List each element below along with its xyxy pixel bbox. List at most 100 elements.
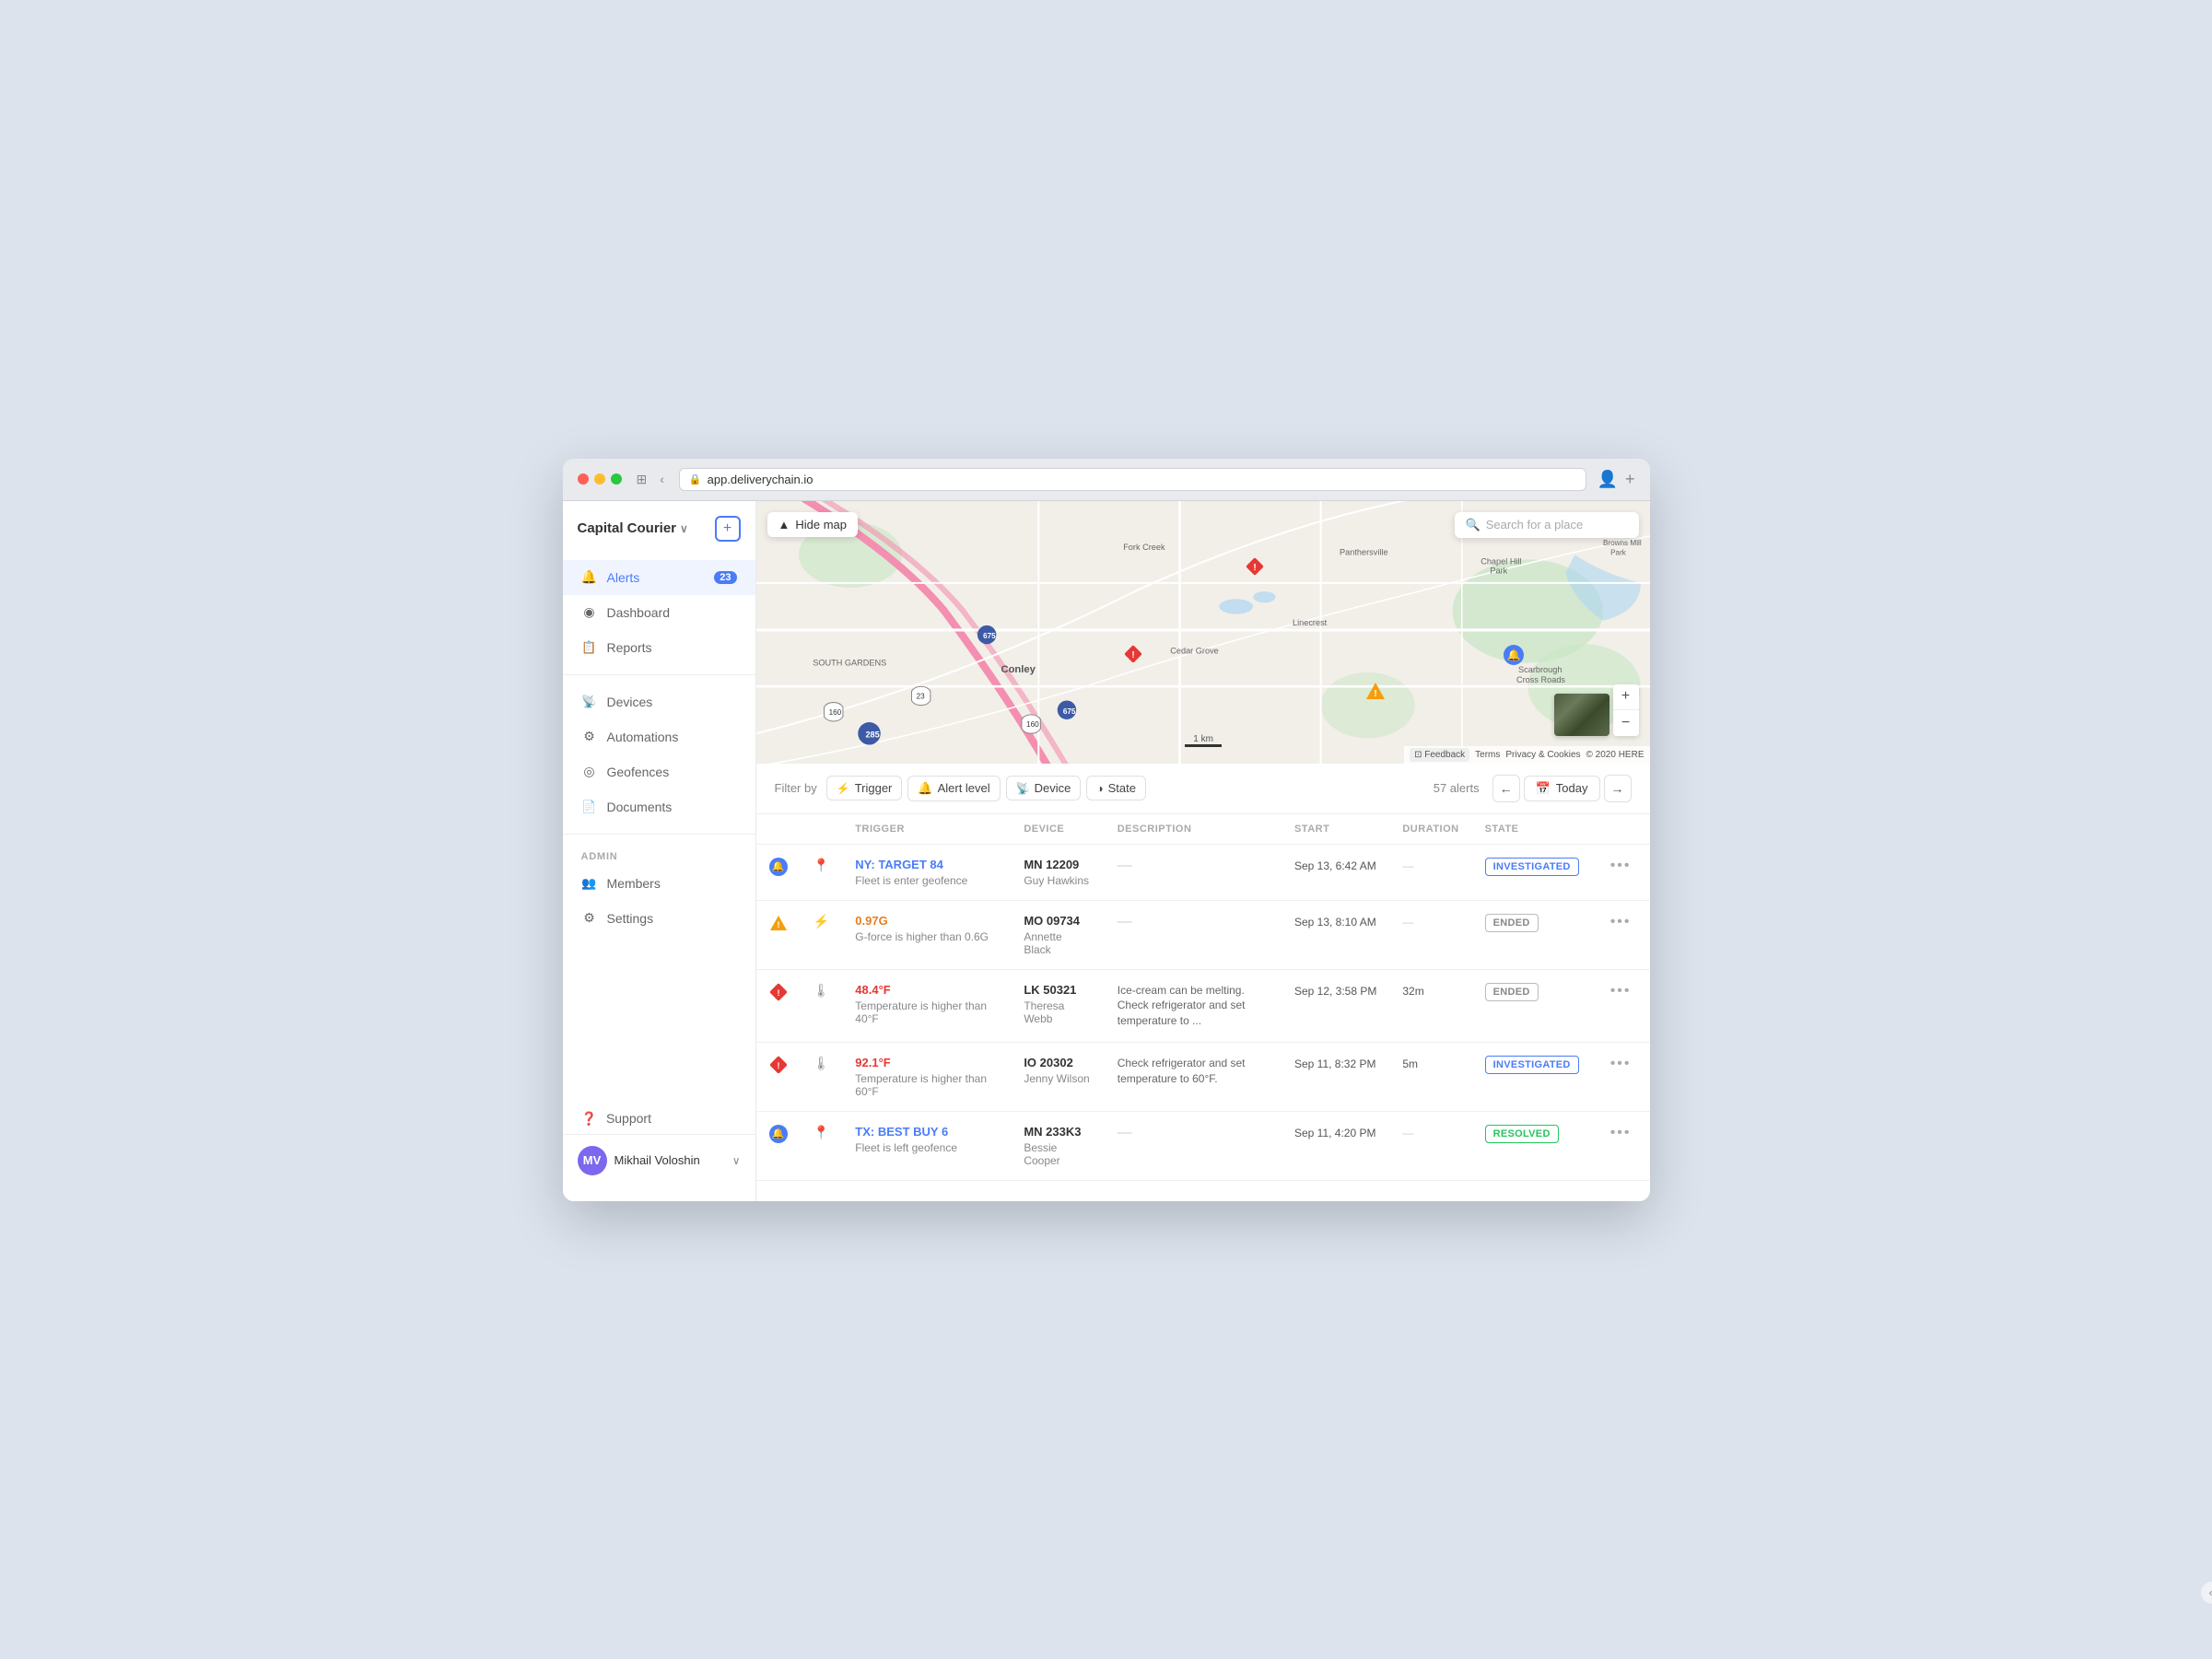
sidebar-item-automations[interactable]: Automations: [563, 719, 755, 754]
svg-text:!: !: [1253, 563, 1256, 573]
address-bar[interactable]: 🔒 app.deliverychain.io: [679, 468, 1586, 491]
privacy-link[interactable]: Privacy & Cookies: [1505, 750, 1580, 760]
more-actions-button[interactable]: •••: [1605, 858, 1637, 873]
sidebar-item-label: Alerts: [607, 570, 640, 585]
duration-cell: 5m: [1389, 1042, 1471, 1111]
map-scale: 1 km: [1185, 734, 1222, 747]
device-person: Guy Hawkins: [1024, 874, 1091, 887]
device-id: IO 20302: [1024, 1056, 1091, 1069]
zoom-out-button[interactable]: −: [1613, 710, 1639, 736]
sidebar-item-documents[interactable]: Documents: [563, 789, 755, 824]
sidebar: Capital Courier ∨ + Alerts 23 Dashboard: [563, 501, 756, 1201]
lock-icon: 🔒: [689, 473, 702, 485]
new-tab-button[interactable]: +: [1625, 470, 1635, 489]
map-marker-bell[interactable]: 🔔: [1503, 644, 1525, 671]
col-actions: [1592, 814, 1650, 845]
prev-date-button[interactable]: ←: [1492, 775, 1520, 802]
next-date-button[interactable]: →: [1604, 775, 1632, 802]
admin-label: ADMIN: [563, 844, 755, 866]
sidebar-item-dashboard[interactable]: Dashboard: [563, 595, 755, 630]
description-text: —: [1118, 914, 1132, 929]
add-button[interactable]: +: [715, 516, 741, 542]
sidebar-item-support[interactable]: Support: [563, 1104, 755, 1134]
svg-text:Park: Park: [1610, 548, 1627, 556]
trigger-name[interactable]: 48.4°F: [855, 983, 998, 997]
zoom-in-button[interactable]: +: [1613, 684, 1639, 710]
svg-text:Cross Roads: Cross Roads: [1516, 675, 1565, 684]
actions-cell: •••: [1592, 1111, 1650, 1180]
svg-text:160: 160: [828, 707, 841, 716]
feedback-btn[interactable]: ⊡ Feedback: [1410, 748, 1469, 762]
back-button[interactable]: ‹: [656, 470, 668, 488]
svg-text:Cedar Grove: Cedar Grove: [1170, 646, 1219, 655]
device-filter-label: Device: [1035, 781, 1071, 795]
svg-text:!: !: [1374, 689, 1376, 699]
alerts-panel: Filter by ⚡ Trigger 🔔 Alert level 📡 Devi…: [756, 764, 1650, 1201]
map-search-input[interactable]: 🔍 Search for a place: [1455, 512, 1639, 538]
documents-icon: [581, 799, 598, 815]
alert-marker: !: [769, 1056, 788, 1074]
svg-text:Panthersville: Panthersville: [1340, 547, 1388, 556]
profile-icon[interactable]: 👤: [1598, 470, 1618, 489]
svg-text:285: 285: [865, 730, 879, 739]
traffic-lights: [578, 473, 622, 485]
trigger-cell: 0.97G G-force is higher than 0.6G: [842, 900, 1011, 969]
trigger-name[interactable]: 0.97G: [855, 914, 998, 928]
bell-marker: 🔔: [769, 858, 788, 876]
reports-icon: [581, 639, 598, 656]
map-marker-warning[interactable]: !: [1364, 681, 1387, 706]
minimize-button[interactable]: [594, 473, 605, 485]
col-start: START: [1282, 814, 1389, 845]
alert-level-filter-button[interactable]: 🔔 Alert level: [907, 776, 1000, 801]
trigger-name[interactable]: 92.1°F: [855, 1056, 998, 1069]
window-toggle-icon[interactable]: ⊞: [633, 470, 651, 489]
sidebar-item-label: Automations: [607, 730, 679, 744]
more-actions-button[interactable]: •••: [1605, 983, 1637, 999]
nav-section-main: Alerts 23 Dashboard Reports Devices: [563, 560, 755, 1104]
more-actions-button[interactable]: •••: [1605, 914, 1637, 929]
svg-text:675: 675: [983, 632, 996, 640]
browser-nav: ⊞ ‹: [633, 470, 668, 489]
row-icon-cell: 🔔: [756, 844, 801, 900]
device-filter-button[interactable]: 📡 Device: [1006, 776, 1082, 800]
svg-text:Conley: Conley: [1001, 663, 1036, 674]
trigger-name[interactable]: TX: BEST BUY 6: [855, 1125, 998, 1139]
device-person: Jenny Wilson: [1024, 1072, 1091, 1085]
sidebar-item-alerts[interactable]: Alerts 23: [563, 560, 755, 595]
trigger-cell: NY: TARGET 84 Fleet is enter geofence: [842, 844, 1011, 900]
calendar-icon: 📅: [1536, 781, 1551, 796]
col-device: DEVICE: [1011, 814, 1104, 845]
maximize-button[interactable]: [611, 473, 622, 485]
row-icon-cell: !: [756, 969, 801, 1042]
browser-chrome: ⊞ ‹ 🔒 app.deliverychain.io 👤 +: [563, 459, 1650, 501]
row-icon-cell: 🔔: [756, 1111, 801, 1180]
sidebar-item-settings[interactable]: Settings: [563, 901, 755, 936]
trigger-filter-button[interactable]: ⚡ Trigger: [826, 776, 903, 800]
sidebar-item-members[interactable]: Members: [563, 866, 755, 901]
device-person: Annette Black: [1024, 930, 1091, 956]
bell-filter-icon: 🔔: [918, 781, 932, 796]
map-marker-alert-2[interactable]: !: [1123, 644, 1143, 669]
sidebar-item-geofences[interactable]: Geofences: [563, 754, 755, 789]
hide-map-button[interactable]: ▲ Hide map: [767, 512, 859, 537]
avatar: MV: [578, 1146, 607, 1175]
state-filter-button[interactable]: ◑ State: [1086, 776, 1146, 800]
close-button[interactable]: [578, 473, 589, 485]
alert-level-filter-label: Alert level: [938, 781, 990, 795]
terms-link[interactable]: Terms: [1475, 750, 1500, 760]
sidebar-item-reports[interactable]: Reports: [563, 630, 755, 665]
trigger-name[interactable]: NY: TARGET 84: [855, 858, 998, 871]
more-actions-button[interactable]: •••: [1605, 1056, 1637, 1071]
bell-marker: 🔔: [769, 1125, 788, 1143]
map-zoom-controls: + −: [1613, 684, 1639, 736]
more-actions-button[interactable]: •••: [1605, 1125, 1637, 1140]
sidebar-item-devices[interactable]: Devices: [563, 684, 755, 719]
map-marker-alert-1[interactable]: !: [1245, 556, 1265, 581]
device-person: Theresa Webb: [1024, 999, 1091, 1025]
sidebar-item-label: Members: [607, 876, 661, 891]
map-satellite-thumbnail[interactable]: [1554, 694, 1609, 736]
brand-name[interactable]: Capital Courier ∨: [578, 520, 688, 536]
today-button[interactable]: 📅 Today: [1524, 776, 1600, 801]
row-type-cell: 🌡: [801, 969, 843, 1042]
svg-text:Park: Park: [1490, 566, 1507, 575]
